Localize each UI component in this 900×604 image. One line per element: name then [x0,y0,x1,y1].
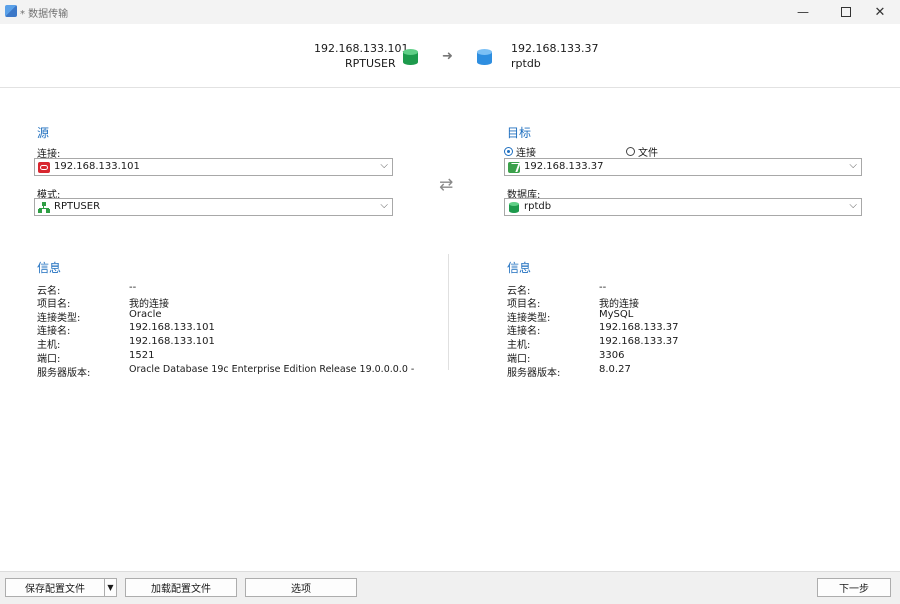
info-key: 连接名: [507,326,541,337]
right-arrow-icon: ➜ [442,49,453,64]
options-button[interactable]: 选项 [245,578,357,597]
app-icon [5,5,17,17]
radio-selected-icon [504,147,513,156]
chevron-down-icon: ⌵ [849,160,857,171]
info-value: 我的连接 [599,299,639,310]
info-divider [448,254,449,370]
load-config-button[interactable]: 加载配置文件 [125,578,237,597]
source-schema-value: RPTUSER [54,201,101,212]
radio-file-label: 文件 [638,148,658,159]
info-value: 192.168.133.101 [129,322,215,333]
title-bar: * 数据传输 — ✕ [0,0,900,24]
maximize-icon [841,7,851,17]
info-key: 端口: [37,354,61,365]
window-title: * 数据传输 [20,9,69,20]
database-icon [508,202,520,213]
target-database-select[interactable]: rptdb ⌵ [504,198,862,216]
target-title: 目标 [507,126,532,140]
chevron-down-icon: ▼ [107,583,114,592]
source-schema-select[interactable]: RPTUSER ⌵ [34,198,393,216]
swap-icon[interactable]: ⇄ [439,175,453,195]
info-value: 192.168.133.37 [599,336,679,347]
info-value: Oracle [129,309,162,320]
info-key: 项目名: [37,299,71,310]
info-key: 连接类型: [507,313,551,324]
close-button[interactable]: ✕ [863,0,897,24]
chevron-down-icon: ⌵ [380,160,388,171]
info-value: 我的连接 [129,299,169,310]
info-key: 主机: [37,340,61,351]
source-title: 源 [37,126,50,140]
blue-database-icon [477,49,492,67]
target-info-title: 信息 [507,261,532,275]
chevron-down-icon: ⌵ [849,200,857,211]
source-name: RPTUSER [345,57,396,70]
info-key: 服务器版本: [37,368,91,379]
chevron-down-icon: ⌵ [380,200,388,211]
maximize-button[interactable] [829,0,863,24]
source-host: 192.168.133.101 [314,42,409,55]
target-connection-value: 192.168.133.37 [524,161,604,172]
info-value: 1521 [129,350,155,361]
info-key: 连接名: [37,326,71,337]
radio-file[interactable]: 文件 [626,144,658,159]
oracle-icon [38,162,50,173]
mysql-icon [508,162,521,173]
info-value: 3306 [599,350,625,361]
info-value: Oracle Database 19c Enterprise Edition R… [129,364,415,375]
radio-unselected-icon [626,147,635,156]
minimize-button[interactable]: — [786,0,820,24]
info-value: -- [599,282,607,293]
next-button[interactable]: 下一步 [817,578,891,597]
source-connection-select[interactable]: 192.168.133.101 ⌵ [34,158,393,176]
info-key: 云名: [37,286,61,297]
info-value: 8.0.27 [599,364,631,375]
info-key: 端口: [507,354,531,365]
schema-icon [38,202,50,213]
target-database-value: rptdb [524,201,552,212]
source-info-title: 信息 [37,261,62,275]
green-database-icon [403,49,418,67]
info-value: -- [129,282,137,293]
info-value: 192.168.133.37 [599,322,679,333]
info-key: 连接类型: [37,313,81,324]
target-name: rptdb [511,57,541,70]
info-key: 项目名: [507,299,541,310]
save-config-button[interactable]: 保存配置文件 [5,578,105,597]
transfer-summary: 192.168.133.101 RPTUSER ➜ 192.168.133.37… [0,25,900,88]
target-connection-select[interactable]: 192.168.133.37 ⌵ [504,158,862,176]
info-value: 192.168.133.101 [129,336,215,347]
save-config-dropdown[interactable]: ▼ [104,578,117,597]
source-connection-value: 192.168.133.101 [54,161,140,172]
info-key: 服务器版本: [507,368,561,379]
info-key: 云名: [507,286,531,297]
info-value: MySQL [599,309,634,320]
radio-connection[interactable]: 连接 [504,144,536,159]
radio-connection-label: 连接 [516,148,536,159]
footer-bar: 保存配置文件 ▼ 加载配置文件 选项 下一步 [0,571,900,604]
info-key: 主机: [507,340,531,351]
target-host: 192.168.133.37 [511,42,599,55]
